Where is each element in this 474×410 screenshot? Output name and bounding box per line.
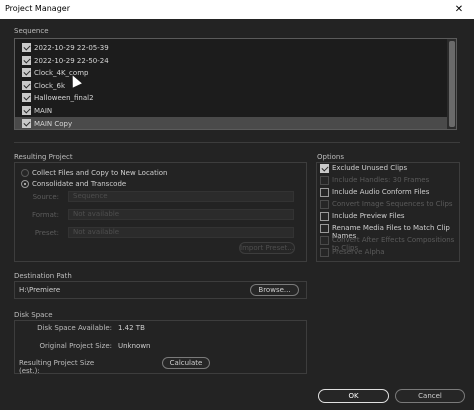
sequence-item-checkbox[interactable]: [22, 93, 31, 102]
original-size-value: Unknown: [118, 342, 151, 350]
sequence-item-checkbox[interactable]: [22, 43, 31, 52]
sequence-item-label: Clock_4K_comp: [34, 68, 89, 77]
include-handles-checkbox[interactable]: [320, 176, 329, 185]
source-dropdown[interactable]: Sequence: [68, 191, 294, 202]
convert-image-sequences-checkbox[interactable]: [320, 200, 329, 209]
sequence-item-label: 2022-10-29 22-05-39: [34, 43, 109, 52]
preserve-alpha-checkbox[interactable]: [320, 248, 329, 257]
include-handles-label: Include Handles: 30 Frames: [332, 176, 430, 184]
source-label: Source:: [32, 193, 59, 201]
resulting-project-label: Resulting Project: [14, 153, 73, 161]
destination-panel: H:\Premiere Browse...: [14, 281, 307, 299]
sequence-item-label: Halloween_final2: [34, 93, 94, 102]
disk-space-available-label: Disk Space Available:: [37, 324, 112, 332]
resulting-project-panel: Collect Files and Copy to New Location C…: [14, 162, 307, 262]
sequence-item-checkbox[interactable]: [22, 68, 31, 77]
divider: [14, 142, 460, 143]
sequence-item-label: MAIN Copy: [34, 119, 73, 128]
sequence-item[interactable]: 2022-10-29 22-05-39: [15, 41, 449, 54]
calculate-button[interactable]: Calculate: [162, 357, 210, 369]
collect-files-label: Collect Files and Copy to New Location: [32, 169, 168, 177]
disk-space-available-value: 1.42 TB: [118, 324, 145, 332]
sequence-section-label: Sequence: [14, 27, 49, 35]
sequence-item-checkbox[interactable]: [22, 81, 31, 90]
sequence-item[interactable]: Clock_4K_comp: [15, 66, 449, 79]
destination-path-value: H:\Premiere: [19, 286, 61, 294]
title-bar: Project Manager ✕: [0, 0, 474, 19]
consolidate-label: Consolidate and Transcode: [32, 180, 127, 188]
sequence-item-checkbox[interactable]: [22, 119, 31, 128]
cancel-button[interactable]: Cancel: [395, 389, 465, 403]
sequence-item-label: Clock_6k: [34, 81, 66, 90]
ok-button[interactable]: OK: [318, 389, 389, 403]
sequence-item-label: MAIN: [34, 106, 53, 115]
exclude-unused-checkbox[interactable]: [320, 164, 329, 173]
options-panel: Exclude Unused Clips Include Handles: 30…: [316, 162, 460, 262]
include-preview-label: Include Preview Files: [332, 212, 405, 220]
resulting-size-label: Resulting Project Size (est.):: [19, 359, 95, 375]
sequence-scrollbar[interactable]: [447, 39, 456, 129]
scrollbar-thumb[interactable]: [449, 41, 455, 127]
include-audio-conform-label: Include Audio Conform Files: [332, 188, 430, 196]
close-icon[interactable]: ✕: [444, 0, 474, 19]
options-label: Options: [317, 153, 345, 161]
sequence-item[interactable]: MAIN: [15, 104, 449, 117]
exclude-unused-label: Exclude Unused Clips: [332, 164, 408, 172]
rename-media-checkbox[interactable]: [320, 224, 329, 233]
sequence-item[interactable]: Halloween_final2: [15, 91, 449, 104]
disk-space-panel: Disk Space Available: 1.42 TB Original P…: [14, 320, 307, 375]
include-preview-checkbox[interactable]: [320, 212, 329, 221]
sequence-item-selected[interactable]: MAIN Copy: [15, 117, 449, 129]
preserve-alpha-label: Preserve Alpha: [332, 248, 385, 256]
format-dropdown[interactable]: Not available: [68, 209, 294, 220]
destination-path-label: Destination Path: [14, 272, 72, 280]
sequence-item-checkbox[interactable]: [22, 56, 31, 65]
window-title: Project Manager: [5, 4, 70, 13]
sequence-item-label: 2022-10-29 22-50-24: [34, 56, 109, 65]
browse-button[interactable]: Browse...: [250, 284, 299, 296]
consolidate-radio[interactable]: [21, 180, 29, 188]
convert-image-sequences-label: Convert Image Sequences to Clips: [332, 200, 453, 208]
original-size-label: Original Project Size:: [39, 342, 112, 350]
collect-files-radio[interactable]: [21, 169, 29, 177]
import-preset-button[interactable]: Import Preset...: [239, 242, 295, 254]
format-label: Format:: [31, 211, 59, 219]
include-audio-conform-checkbox[interactable]: [320, 188, 329, 197]
preset-dropdown[interactable]: Not available: [68, 227, 294, 238]
convert-ae-comps-checkbox[interactable]: [320, 236, 329, 245]
sequence-item-checkbox[interactable]: [22, 106, 31, 115]
preset-label: Preset:: [34, 229, 59, 237]
disk-space-label: Disk Space: [14, 311, 53, 319]
